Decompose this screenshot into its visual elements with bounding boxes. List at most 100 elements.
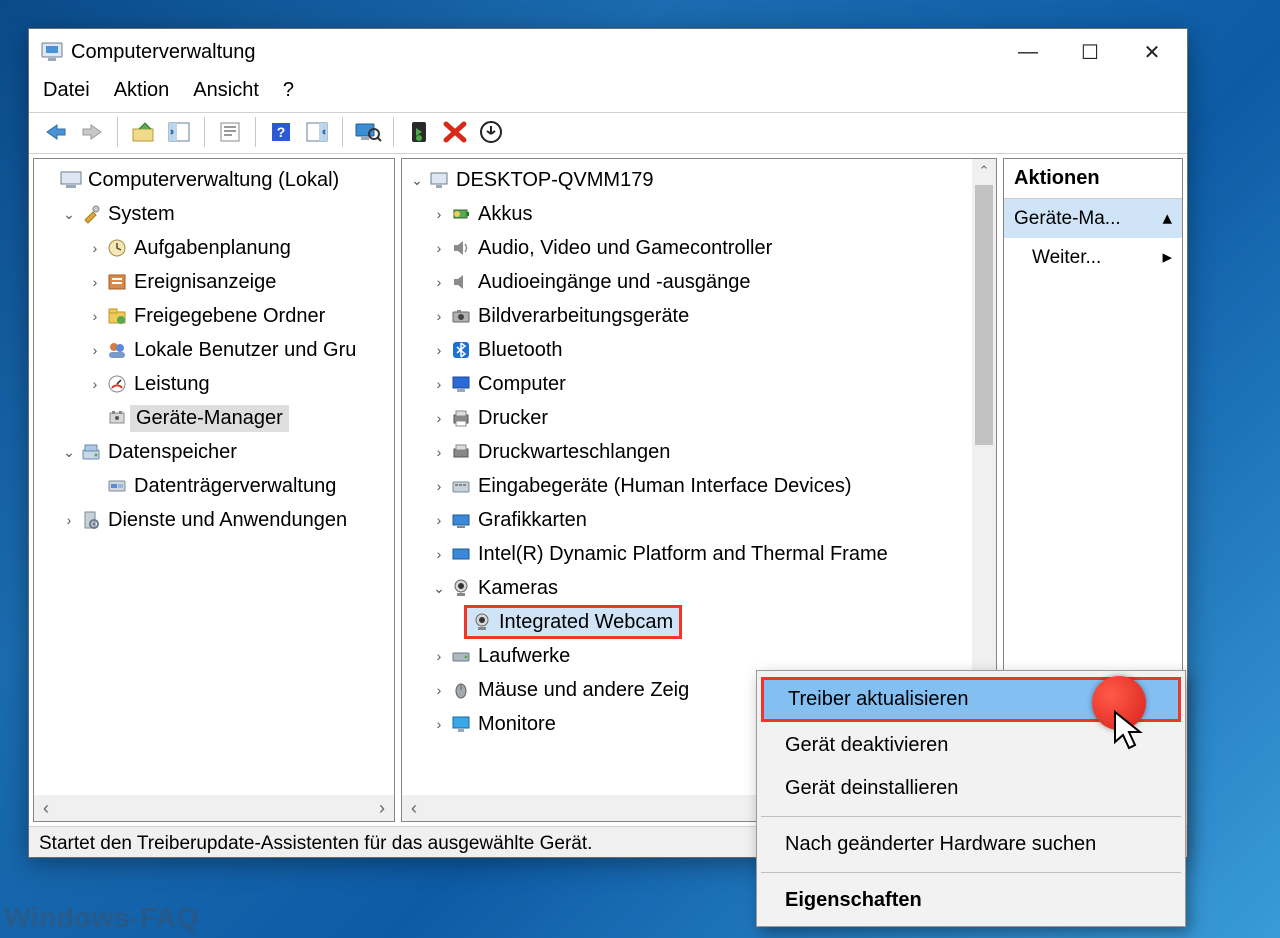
device-print-queues[interactable]: ›Druckwarteschlangen — [406, 435, 970, 469]
device-manager-icon — [104, 407, 130, 429]
menubar: Datei Aktion Ansicht ? — [29, 75, 1187, 112]
hid-icon — [448, 475, 474, 497]
menu-datei[interactable]: Datei — [43, 79, 90, 102]
up-button[interactable] — [126, 115, 160, 149]
expand-icon[interactable]: › — [430, 478, 448, 494]
tree-item-eventviewer[interactable]: › Ereignisanzeige — [38, 265, 390, 299]
device-computer[interactable]: ›Computer — [406, 367, 970, 401]
console-tree-pane: Computerverwaltung (Lokal) ⌄ System › Au… — [33, 158, 395, 822]
cm-uninstall-device[interactable]: Gerät deinstallieren — [757, 767, 1185, 810]
expand-icon[interactable]: › — [430, 206, 448, 222]
show-hide-action-button[interactable] — [300, 115, 334, 149]
speaker-icon — [448, 237, 474, 259]
collapse-icon[interactable]: ⌄ — [430, 580, 448, 597]
tree-item-diskmgmt[interactable]: Datenträgerverwaltung — [38, 469, 390, 503]
help-button[interactable]: ? — [264, 115, 298, 149]
expand-icon[interactable]: › — [430, 274, 448, 290]
device-integrated-webcam[interactable]: Integrated Webcam — [406, 605, 970, 639]
app-icon — [41, 41, 63, 63]
update-driver-icon[interactable] — [474, 115, 508, 149]
window-controls: — ☐ ✕ — [997, 29, 1183, 75]
expand-icon[interactable]: › — [430, 682, 448, 698]
audio-icon — [448, 271, 474, 293]
expand-icon[interactable]: › — [430, 444, 448, 460]
uninstall-icon[interactable] — [438, 115, 472, 149]
device-display-adapters[interactable]: ›Grafikkarten — [406, 503, 970, 537]
expand-icon[interactable]: › — [86, 342, 104, 358]
expand-icon[interactable]: › — [430, 240, 448, 256]
chevron-right-icon: ▸ — [1162, 246, 1172, 269]
expand-icon[interactable]: › — [430, 716, 448, 732]
mouse-icon — [448, 679, 474, 701]
device-bluetooth[interactable]: ›Bluetooth — [406, 333, 970, 367]
hscrollbar[interactable]: ‹› — [34, 795, 394, 821]
actions-device-manager[interactable]: Geräte-Ma... ▴ — [1004, 199, 1182, 238]
expand-icon[interactable]: › — [430, 512, 448, 528]
tree-services[interactable]: › Dienste und Anwendungen — [38, 503, 390, 537]
device-cameras[interactable]: ⌄Kameras — [406, 571, 970, 605]
display-adapter-icon — [448, 509, 474, 531]
expand-icon[interactable]: › — [430, 342, 448, 358]
expand-icon[interactable]: › — [86, 274, 104, 290]
collapse-icon[interactable]: ⌄ — [60, 444, 78, 461]
back-button[interactable] — [39, 115, 73, 149]
device-imaging[interactable]: ›Bildverarbeitungsgeräte — [406, 299, 970, 333]
console-tree[interactable]: Computerverwaltung (Lokal) ⌄ System › Au… — [34, 159, 394, 795]
collapse-icon[interactable]: ⌄ — [60, 206, 78, 223]
device-drives[interactable]: ›Laufwerke — [406, 639, 970, 673]
scan-hardware-icon[interactable] — [351, 115, 385, 149]
forward-button[interactable] — [75, 115, 109, 149]
svg-text:?: ? — [277, 124, 286, 140]
clock-icon — [104, 237, 130, 259]
actions-more[interactable]: Weiter... ▸ — [1004, 238, 1182, 277]
enable-device-icon[interactable] — [402, 115, 436, 149]
menu-aktion[interactable]: Aktion — [114, 79, 170, 102]
device-intel-dptf[interactable]: ›Intel(R) Dynamic Platform and Thermal F… — [406, 537, 970, 571]
properties-button[interactable] — [213, 115, 247, 149]
tree-storage[interactable]: ⌄ Datenspeicher — [38, 435, 390, 469]
cm-scan-hardware[interactable]: Nach geänderter Hardware suchen — [757, 823, 1185, 866]
show-hide-tree-button[interactable] — [162, 115, 196, 149]
device-batteries[interactable]: ›Akkus — [406, 197, 970, 231]
print-queue-icon — [448, 441, 474, 463]
device-hid[interactable]: ›Eingabegeräte (Human Interface Devices) — [406, 469, 970, 503]
computer-icon — [426, 169, 452, 191]
camera-icon — [448, 305, 474, 327]
storage-icon — [78, 441, 104, 463]
menu-help[interactable]: ? — [283, 79, 294, 102]
device-audio-io[interactable]: ›Audioeingänge und -ausgänge — [406, 265, 970, 299]
expand-icon[interactable]: › — [430, 546, 448, 562]
toolbar: ? — [29, 112, 1187, 154]
webcam-icon — [448, 577, 474, 599]
tree-item-local-users[interactable]: › Lokale Benutzer und Gru — [38, 333, 390, 367]
minimize-button[interactable]: — — [997, 29, 1059, 75]
expand-icon[interactable]: › — [86, 308, 104, 324]
tree-root[interactable]: Computerverwaltung (Lokal) — [38, 163, 390, 197]
device-sound-video-game[interactable]: ›Audio, Video und Gamecontroller — [406, 231, 970, 265]
cm-separator — [761, 816, 1181, 817]
expand-icon[interactable]: › — [60, 512, 78, 528]
device-root[interactable]: ⌄ DESKTOP-QVMM179 — [406, 163, 970, 197]
computer-management-icon — [58, 169, 84, 191]
webcam-device-icon — [469, 611, 495, 633]
cm-properties[interactable]: Eigenschaften — [757, 879, 1185, 922]
expand-icon[interactable]: › — [430, 376, 448, 392]
titlebar: Computerverwaltung — ☐ ✕ — [29, 29, 1187, 75]
tree-item-performance[interactable]: › Leistung — [38, 367, 390, 401]
watermark: Windows-FAQ — [4, 902, 199, 934]
chevron-up-icon: ▴ — [1162, 207, 1172, 230]
expand-icon[interactable]: › — [430, 308, 448, 324]
menu-ansicht[interactable]: Ansicht — [193, 79, 259, 102]
expand-icon[interactable]: › — [86, 376, 104, 392]
tree-item-scheduler[interactable]: › Aufgabenplanung — [38, 231, 390, 265]
collapse-icon[interactable]: ⌄ — [408, 172, 426, 189]
close-button[interactable]: ✕ — [1121, 29, 1183, 75]
maximize-button[interactable]: ☐ — [1059, 29, 1121, 75]
tree-item-shared-folders[interactable]: › Freigegebene Ordner — [38, 299, 390, 333]
expand-icon[interactable]: › — [430, 410, 448, 426]
expand-icon[interactable]: › — [430, 648, 448, 664]
tree-system[interactable]: ⌄ System — [38, 197, 390, 231]
device-printers[interactable]: ›Drucker — [406, 401, 970, 435]
expand-icon[interactable]: › — [86, 240, 104, 256]
tree-item-device-manager[interactable]: Geräte-Manager — [38, 401, 390, 435]
